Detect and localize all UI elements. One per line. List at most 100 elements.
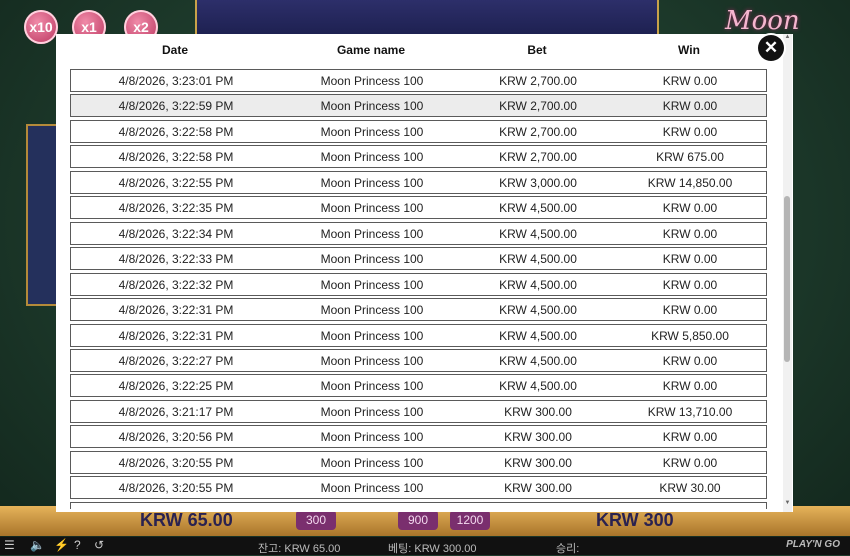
- cell-win: KRW 0.00: [662, 353, 718, 368]
- cell-bet: KRW 300.00: [465, 507, 611, 509]
- cell-win: KRW 0.00: [617, 507, 763, 509]
- multiplier-badge: x10: [24, 10, 58, 44]
- table-row[interactable]: 4/8/2026, 3:22:33 PM Moon Princess 100 KRW…: [70, 247, 767, 271]
- table-row[interactable]: 4/8/2026, 3:20:55 PM Moon Princess 100 KRW…: [70, 476, 767, 500]
- table-row[interactable]: 4/8/2026, 3:22:32 PM Moon Princess 100 KRW…: [70, 272, 767, 296]
- cell-game: Moon Princess 100: [320, 379, 424, 394]
- cell-date: 4/8/2026, 3:22:35 PM: [118, 201, 234, 216]
- cell-bet: KRW 2,700.00: [499, 124, 577, 139]
- cell-bet: KRW 300.00: [504, 404, 572, 419]
- cell-game: Moon Princess 100: [284, 507, 460, 509]
- cell-game: Moon Princess 100: [320, 455, 424, 470]
- cell-bet: KRW 300.00: [504, 481, 572, 496]
- cell-bet: KRW 300.00: [504, 430, 572, 445]
- table-row[interactable]: 4/8/2026, 3:22:31 PM Moon Princess 100 KRW…: [70, 323, 767, 347]
- menu-icon[interactable]: ☰: [4, 538, 15, 552]
- cell-game: Moon Princess 100: [320, 303, 424, 318]
- cell-bet: KRW 4,500.00: [499, 277, 577, 292]
- history-table-body[interactable]: 4/8/2026, 3:23:01 PM Moon Princess 100 KRW…: [70, 69, 767, 509]
- table-row[interactable]: 4/8/2026, 3:22:59 PM Moon Princess 100 KRW…: [70, 94, 767, 118]
- cell-date: 4/8/2026, 3:22:31 PM: [118, 303, 234, 318]
- history-modal: Date Game name Bet Win 4/8/2026, 3:23:01…: [56, 34, 793, 512]
- bet-chip[interactable]: 1200: [450, 510, 490, 530]
- cell-date: 4/8/2026, 3:22:33 PM: [118, 252, 234, 267]
- table-row[interactable]: 4/8/2026, 3:22:35 PM Moon Princess 100 KRW…: [70, 196, 767, 220]
- column-header-win: Win: [678, 43, 700, 57]
- table-row[interactable]: 4/8/2026, 3:22:34 PM Moon Princess 100 KRW…: [70, 221, 767, 245]
- table-row[interactable]: 4/8/2026, 3:20:55 PM Moon Princess 100 KRW…: [70, 450, 767, 474]
- cell-win: KRW 30.00: [659, 481, 721, 496]
- bet-chip[interactable]: 900: [398, 510, 438, 530]
- cell-date: 4/8/2026, 3:20:56 PM: [118, 430, 234, 445]
- scroll-up-icon[interactable]: ▲: [783, 34, 792, 44]
- cell-win: KRW 0.00: [662, 455, 718, 470]
- scrollbar-thumb[interactable]: [784, 196, 790, 362]
- cell-win: KRW 0.00: [662, 201, 718, 216]
- cell-bet: KRW 2,700.00: [499, 150, 577, 165]
- cell-bet: KRW 4,500.00: [499, 379, 577, 394]
- cell-win: KRW 0.00: [662, 303, 718, 318]
- sound-icon[interactable]: 🔈: [30, 538, 45, 552]
- cell-game: Moon Princess 100: [320, 201, 424, 216]
- cell-date: 4/8/2026, 3:22:58 PM: [118, 150, 234, 165]
- cell-bet: KRW 300.00: [504, 455, 572, 470]
- status-bet: 베팅: KRW 300.00: [388, 543, 477, 555]
- cell-game: Moon Princess 100: [320, 150, 424, 165]
- table-row[interactable]: 4/8/2026, 3:23:01 PM Moon Princess 100 KRW…: [70, 69, 767, 92]
- table-row[interactable]: 4/8/2026, 3:20:56 PM Moon Princess 100 KRW…: [70, 425, 767, 449]
- cell-game: Moon Princess 100: [320, 328, 424, 343]
- table-row[interactable]: 4/8/2026, 3:22:58 PM Moon Princess 100 KRW…: [70, 145, 767, 169]
- cell-date: 4/8/2026, 3:22:25 PM: [118, 379, 234, 394]
- table-row[interactable]: 4/8/2026, 3:22:25 PM Moon Princess 100 KRW…: [70, 374, 767, 398]
- cell-date: 4/8/2026, 3:20:55 PM: [118, 455, 234, 470]
- brand-logo: PLAY'N GO: [786, 539, 840, 550]
- cell-win: KRW 13,710.00: [647, 404, 733, 419]
- table-row[interactable]: 4/8/2026, 3:22:27 PM Moon Princess 100 KRW…: [70, 348, 767, 372]
- column-header-game: Game name: [336, 43, 406, 57]
- cell-game: Moon Princess 100: [320, 430, 424, 445]
- table-row[interactable]: 4/8/2026, 3:21:17 PM Moon Princess 100 KRW…: [70, 399, 767, 423]
- cell-game: Moon Princess 100: [320, 74, 424, 88]
- cell-bet: KRW 4,500.00: [499, 353, 577, 368]
- cell-date: 4/8/2026, 3:22:34 PM: [118, 226, 234, 241]
- cell-bet: KRW 4,500.00: [499, 252, 577, 267]
- cell-bet: KRW 2,700.00: [499, 99, 577, 114]
- cell-game: Moon Princess 100: [320, 404, 424, 419]
- cell-win: KRW 0.00: [662, 124, 718, 139]
- cell-game: Moon Princess 100: [320, 481, 424, 496]
- cell-date: 4/8/2026, 3:21:17 PM: [118, 404, 234, 419]
- turbo-icon[interactable]: ⚡: [54, 538, 69, 552]
- cell-date: 4/8/2026, 3:23:01 PM: [118, 74, 234, 88]
- cell-game: Moon Princess 100: [320, 252, 424, 267]
- bet-chip[interactable]: 300: [296, 510, 336, 530]
- history-icon[interactable]: ↺: [94, 538, 104, 552]
- cell-game: Moon Princess 100: [320, 175, 424, 190]
- cell-win: KRW 0.00: [662, 74, 718, 88]
- history-table-header: Date Game name Bet Win: [70, 34, 767, 66]
- bet-display: KRW 300: [596, 510, 674, 530]
- close-button[interactable]: ✕: [758, 35, 784, 61]
- table-row[interactable]: 4/8/2026, 3:22:58 PM Moon Princess 100 KRW…: [70, 119, 767, 143]
- scroll-down-icon[interactable]: ▼: [783, 500, 792, 510]
- cell-date: 4/8/2026, 3:20:53 PM: [81, 507, 271, 509]
- cell-bet: KRW 4,500.00: [499, 201, 577, 216]
- cell-win: KRW 0.00: [662, 277, 718, 292]
- help-icon[interactable]: ?: [74, 538, 81, 552]
- cell-date: 4/8/2026, 3:22:27 PM: [118, 353, 234, 368]
- column-header-date: Date: [161, 43, 188, 57]
- status-win: 승리:: [556, 543, 580, 555]
- cell-game: Moon Princess 100: [320, 277, 424, 292]
- cell-win: KRW 0.00: [662, 99, 718, 114]
- table-row[interactable]: 4/8/2026, 3:20:53 PM Moon Princess 100 KRW…: [70, 501, 767, 509]
- scrollbar[interactable]: ▲ ▼: [783, 34, 792, 512]
- table-row[interactable]: 4/8/2026, 3:22:31 PM Moon Princess 100 KRW…: [70, 298, 767, 322]
- cell-date: 4/8/2026, 3:22:58 PM: [118, 124, 234, 139]
- cell-date: 4/8/2026, 3:20:55 PM: [118, 481, 234, 496]
- cell-win: KRW 675.00: [656, 150, 724, 165]
- cell-win: KRW 0.00: [662, 379, 718, 394]
- status-bar: ☰ 🔈 ⚡ ? ↺ 잔고: KRW 65.00 베팅: KRW 300.00 승…: [0, 537, 850, 555]
- cell-win: KRW 0.00: [662, 430, 718, 445]
- cell-win: KRW 0.00: [662, 226, 718, 241]
- table-row[interactable]: 4/8/2026, 3:22:55 PM Moon Princess 100 KRW…: [70, 170, 767, 194]
- cell-game: Moon Princess 100: [320, 99, 424, 114]
